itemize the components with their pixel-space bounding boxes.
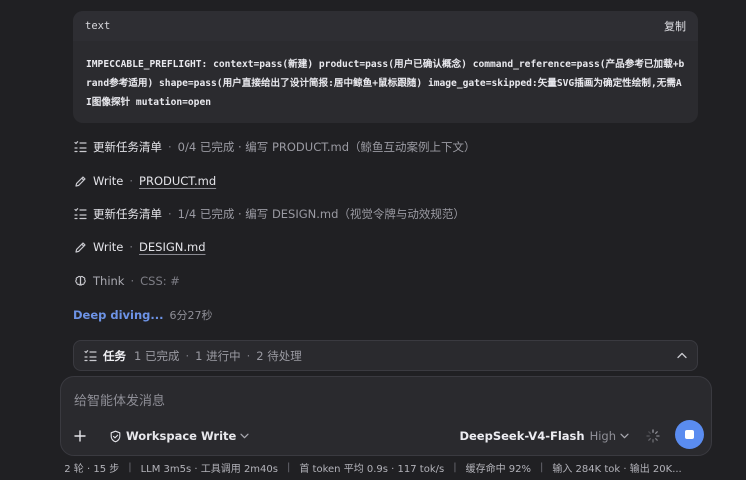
status-bar: 2 轮 · 15 步 | LLM 3m5s · 工具调用 2m40s | 首 t…: [0, 459, 746, 475]
model-selector[interactable]: DeepSeek-V4-Flash High: [459, 427, 629, 445]
status-cache: 缓存命中 92%: [465, 463, 531, 475]
workspace-mode-button[interactable]: Workspace Write: [109, 427, 249, 445]
activity-row-think[interactable]: Think · CSS: #: [73, 272, 180, 290]
code-block: text 复制 IMPECCABLE_PREFLIGHT: context=pa…: [73, 11, 698, 123]
task-pending-count: 2 待处理: [256, 348, 302, 363]
task-completed-count: 1 已完成: [134, 348, 180, 363]
task-summary-bar[interactable]: 任务 1 已完成 · 1 进行中 · 2 待处理: [73, 340, 698, 371]
file-link-product[interactable]: PRODUCT.md: [139, 174, 216, 188]
task-list-icon: [73, 207, 87, 221]
status-turns: 2 轮 · 15 步: [64, 463, 120, 475]
separator-dot: ·: [168, 140, 172, 154]
chevron-up-icon[interactable]: [677, 352, 687, 359]
chevron-down-icon: [620, 433, 629, 439]
activity-label: 更新任务清单: [93, 207, 162, 221]
activity-row-write-1[interactable]: Write · PRODUCT.md: [73, 172, 216, 190]
separator-dot: ·: [129, 174, 134, 188]
model-name: DeepSeek-V4-Flash: [459, 429, 585, 443]
status-llm-time: LLM 3m5s · 工具调用 2m40s: [140, 463, 278, 475]
task-list-icon: [73, 140, 87, 154]
message-composer: 给智能体发消息 Workspace Write DeepSeek-V4-Flas…: [60, 376, 712, 456]
activity-row-tasks-1[interactable]: 更新任务清单 · 0/4 已完成 · 编写 PRODUCT.md（鲸鱼互动案例上…: [73, 138, 476, 156]
activity-label: 更新任务清单: [93, 140, 162, 154]
task-in-progress-count: 1 进行中: [195, 348, 241, 363]
activity-detail: CSS: #: [140, 274, 180, 288]
separator-dot: ·: [129, 240, 134, 254]
activity-label: Write: [93, 240, 124, 254]
code-content: IMPECCABLE_PREFLIGHT: context=pass(新建) p…: [86, 59, 685, 108]
stop-icon: [685, 430, 694, 439]
plus-icon: [74, 427, 86, 446]
status-io-tokens: 输入 284K tok · 输出 20K...: [552, 463, 682, 475]
separator-dot: ·: [168, 207, 172, 221]
stop-button[interactable]: [675, 420, 704, 449]
loading-spinner-icon: [645, 428, 661, 444]
deep-diving-label: Deep diving...: [73, 308, 164, 322]
status-divider: |: [453, 461, 457, 473]
activity-row-tasks-2[interactable]: 更新任务清单 · 1/4 已完成 · 编写 DESIGN.md（视觉令牌与动效规…: [73, 205, 465, 223]
task-bar-title: 任务: [103, 348, 126, 363]
message-input[interactable]: 给智能体发消息: [74, 390, 165, 409]
status-divider: |: [287, 461, 291, 473]
activity-label: Write: [93, 174, 124, 188]
chevron-down-icon: [240, 433, 249, 439]
status-divider: |: [128, 461, 132, 473]
status-divider: |: [539, 461, 544, 473]
code-block-header: text 复制: [73, 11, 698, 41]
pencil-icon: [73, 240, 87, 254]
activity-row-write-2[interactable]: Write · DESIGN.md: [73, 238, 206, 256]
model-level: High: [589, 429, 616, 443]
activity-detail: 1/4 已完成 · 编写 DESIGN.md（视觉令牌与动效规范）: [177, 207, 465, 221]
brain-icon: [73, 274, 87, 288]
separator-dot: ·: [130, 274, 135, 288]
file-link-design[interactable]: DESIGN.md: [139, 240, 205, 254]
shield-check-icon: [109, 430, 122, 443]
attach-button[interactable]: [67, 423, 93, 449]
workspace-mode-label: Workspace Write: [126, 429, 237, 443]
deep-diving-status: Deep diving... 6分27秒: [73, 306, 213, 324]
status-first-token: 首 token 平均 0.9s · 117 tok/s: [299, 463, 445, 475]
pencil-icon: [73, 174, 87, 188]
code-language-label: text: [85, 20, 111, 32]
separator-dot: ·: [246, 348, 251, 363]
activity-detail: 0/4 已完成 · 编写 PRODUCT.md（鲸鱼互动案例上下文）: [177, 140, 476, 154]
task-list-icon: [84, 349, 97, 362]
activity-label: Think: [93, 274, 125, 288]
deep-diving-duration: 6分27秒: [169, 309, 213, 322]
copy-button[interactable]: 复制: [664, 18, 686, 34]
separator-dot: ·: [185, 348, 190, 363]
